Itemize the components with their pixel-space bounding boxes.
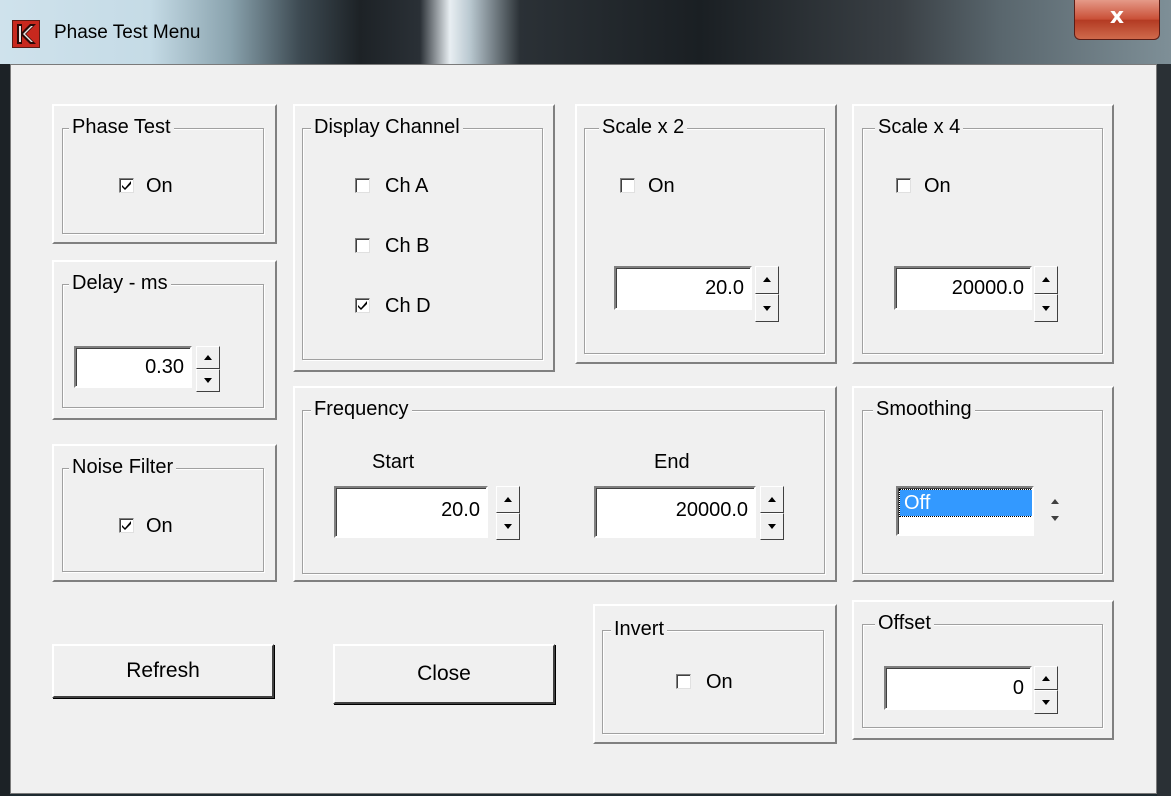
frequency-end-down-arrow[interactable] (760, 513, 784, 540)
scale-x4-checkbox[interactable] (896, 178, 911, 193)
smoothing-scroll[interactable] (1036, 486, 1072, 536)
scale-x2-down-arrow[interactable] (755, 294, 779, 322)
phase-test-legend: Phase Test (69, 115, 174, 139)
invert-on-label: On (706, 671, 733, 693)
frequency-start-input[interactable]: 20.0 (334, 486, 488, 538)
channel-d-checkbox[interactable] (355, 298, 370, 313)
refresh-button[interactable]: Refresh (52, 644, 274, 698)
smoothing-selected-option[interactable]: Off (899, 489, 1032, 517)
frequency-start-label: Start (372, 451, 415, 473)
channel-b-label: Ch B (385, 235, 430, 257)
frequency-start-spinner[interactable] (496, 486, 520, 540)
smoothing-up-arrow[interactable] (1036, 486, 1072, 511)
scale-x2-group: Scale x 2 (584, 115, 825, 354)
frequency-end-label: End (654, 451, 690, 473)
channel-a-checkbox[interactable] (355, 178, 370, 193)
frequency-end-value: 20000.0 (675, 499, 748, 521)
offset-up-arrow[interactable] (1034, 666, 1058, 690)
scale-x4-spinner[interactable] (1034, 266, 1058, 322)
smoothing-down-arrow[interactable] (1036, 511, 1072, 536)
display-channel-legend: Display Channel (311, 115, 463, 139)
scale-x2-up-arrow[interactable] (755, 266, 779, 294)
channel-a-label: Ch A (385, 175, 429, 197)
offset-legend: Offset (875, 611, 934, 635)
scale-x4-on-label: On (924, 175, 951, 197)
frequency-legend: Frequency (311, 397, 412, 421)
smoothing-select[interactable]: Off (896, 486, 1034, 536)
delay-input[interactable]: 0.30 (74, 346, 192, 388)
close-window-button[interactable]: x (1074, 0, 1160, 40)
scale-x2-spinner[interactable] (755, 266, 779, 322)
scale-x2-legend: Scale x 2 (599, 115, 688, 139)
offset-value: 0 (1012, 677, 1024, 699)
phase-test-checkbox[interactable] (119, 178, 134, 193)
offset-spinner[interactable] (1034, 666, 1058, 714)
window-frame-left (0, 64, 10, 796)
close-button[interactable]: Close (333, 644, 555, 704)
scale-x4-group: Scale x 4 (862, 115, 1103, 354)
offset-down-arrow[interactable] (1034, 690, 1058, 714)
delay-value: 0.30 (145, 356, 184, 378)
scale-x4-value: 20000.0 (951, 277, 1024, 299)
close-icon: x (1109, 4, 1125, 29)
scale-x4-up-arrow[interactable] (1034, 266, 1058, 294)
scale-x4-legend: Scale x 4 (875, 115, 964, 139)
noise-filter-legend: Noise Filter (69, 455, 177, 479)
delay-legend: Delay - ms (69, 271, 171, 295)
window-frame-right (1157, 64, 1171, 796)
offset-input[interactable]: 0 (884, 666, 1032, 710)
frequency-start-down-arrow[interactable] (496, 513, 520, 540)
scale-x2-value: 20.0 (705, 277, 744, 299)
scale-x2-checkbox[interactable] (620, 178, 635, 193)
channel-d-label: Ch D (385, 295, 431, 317)
phase-test-on-label: On (146, 175, 173, 197)
invert-legend: Invert (611, 617, 668, 641)
window-title: Phase Test Menu (54, 22, 201, 43)
delay-up-arrow[interactable] (196, 346, 220, 369)
scale-x4-down-arrow[interactable] (1034, 294, 1058, 322)
frequency-end-up-arrow[interactable] (760, 486, 784, 513)
noise-filter-checkbox[interactable] (119, 518, 134, 533)
scale-x2-on-label: On (648, 175, 675, 197)
channel-b-checkbox[interactable] (355, 238, 370, 253)
frequency-end-input[interactable]: 20000.0 (594, 486, 756, 538)
title-bar[interactable]: Phase Test Menu x (0, 0, 1171, 64)
delay-spinner[interactable] (196, 346, 220, 392)
scale-x4-input[interactable]: 20000.0 (894, 266, 1032, 310)
frequency-start-value: 20.0 (441, 499, 480, 521)
frequency-start-up-arrow[interactable] (496, 486, 520, 513)
app-logo-icon (12, 20, 40, 48)
scale-x2-input[interactable]: 20.0 (614, 266, 752, 310)
invert-checkbox[interactable] (676, 674, 691, 689)
delay-down-arrow[interactable] (196, 369, 220, 392)
frequency-end-spinner[interactable] (760, 486, 784, 540)
smoothing-legend: Smoothing (873, 397, 975, 421)
noise-filter-on-label: On (146, 515, 173, 537)
